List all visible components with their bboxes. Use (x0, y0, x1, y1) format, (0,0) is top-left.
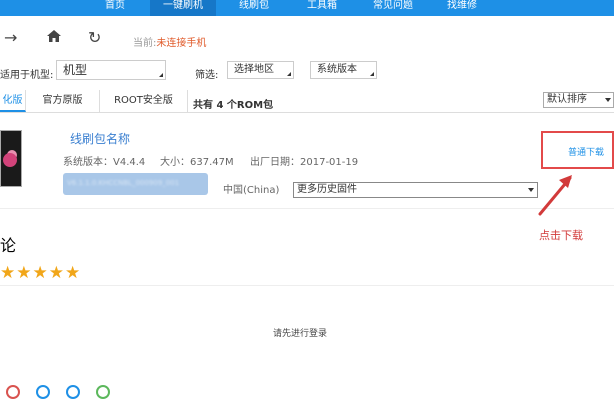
login-area: 请先进行登录 (0, 285, 614, 368)
nav-one-click-flash[interactable]: 一键刷机 (150, 0, 216, 16)
history-firmware-select[interactable]: 更多历史固件 (293, 182, 538, 198)
rom-name[interactable]: 线刷包名称 (70, 130, 130, 147)
rom-size: 大小：637.47M (160, 157, 234, 168)
rom-filename-blurred: V6.1.1.0.KHCCNBL_000909_001 (63, 173, 208, 195)
chevron-down-icon (605, 98, 611, 102)
top-nav: 首页 一键刷机 线刷包 工具箱 常见问题 找维修 (0, 0, 614, 16)
version-select[interactable]: 系统版本 (310, 61, 377, 79)
tab-official[interactable]: 官方原版 (26, 90, 100, 112)
download-label: 普通下载 (568, 148, 605, 158)
rom-system-version: 系统版本：V4.4.4 (63, 157, 146, 168)
nav-faq[interactable]: 常见问题 (360, 0, 426, 16)
share-icon[interactable] (36, 385, 50, 399)
rating-stars: ★★★★★ (0, 263, 82, 283)
nav-repair[interactable]: 找维修 (432, 0, 492, 16)
sort-select-value: 默认排序 (547, 94, 587, 105)
download-button[interactable]: 普通下载 (541, 131, 614, 169)
dropdown-corner-icon (159, 73, 163, 77)
search-input[interactable] (418, 28, 614, 60)
nav-flash-package[interactable]: 线刷包 (224, 0, 284, 16)
tab-custom[interactable]: 化版 (0, 90, 26, 112)
model-select[interactable]: 机型 (56, 60, 166, 80)
region-select-value: 选择地区 (234, 64, 274, 75)
nav-toolbox[interactable]: 工具箱 (292, 0, 352, 16)
rom-filename-text: V6.1.1.0.KHCCNBL_000909_001 (67, 179, 180, 187)
section-title: 论 (0, 236, 17, 255)
status-label: 当前: (133, 38, 157, 49)
region-select[interactable]: 选择地区 (227, 61, 294, 79)
flower-image (3, 153, 17, 167)
weibo-icon[interactable] (6, 385, 20, 399)
qzone-icon[interactable] (66, 385, 80, 399)
status-value: 未连接手机 (156, 38, 207, 49)
share-icons (0, 385, 614, 400)
refresh-icon[interactable]: ↻ (88, 28, 101, 47)
forward-icon[interactable]: → (4, 28, 17, 47)
rom-count: 共有 4 个ROM包 (193, 100, 274, 111)
filter-bar: 适用于机型: 机型 筛选: 选择地区 系统版本 (0, 58, 614, 84)
rom-tabs: 化版 官方原版 ROOT安全版 共有 4 个ROM包 (0, 90, 614, 113)
dropdown-corner-icon (370, 72, 374, 76)
connection-status: 当前:未连接手机 (133, 34, 206, 49)
sort-select[interactable]: 默认排序 (543, 92, 614, 108)
login-prompt[interactable]: 请先进行登录 (273, 326, 327, 339)
rom-thumbnail (0, 130, 22, 187)
rom-release-date: 出厂日期：2017-01-19 (250, 157, 359, 168)
history-select-value: 更多历史固件 (297, 184, 357, 195)
tab-root-safe[interactable]: ROOT安全版 (100, 90, 188, 112)
rom-region: 中国(China) (223, 185, 280, 196)
wechat-icon[interactable] (96, 385, 110, 399)
model-select-value: 机型 (63, 63, 88, 77)
annotation-arrow-icon (538, 175, 572, 216)
filter-label: 筛选: (195, 70, 219, 81)
nav-home[interactable]: 首页 (88, 0, 142, 16)
annotation-text: 点击下载 (539, 229, 583, 242)
version-select-value: 系统版本 (317, 64, 357, 75)
dropdown-corner-icon (287, 72, 291, 76)
home-icon[interactable] (46, 28, 62, 48)
rom-card: 线刷包名称 系统版本：V4.4.4 大小：637.47M 出厂日期：2017-0… (0, 120, 614, 209)
model-label: 适用于机型: (0, 70, 54, 81)
